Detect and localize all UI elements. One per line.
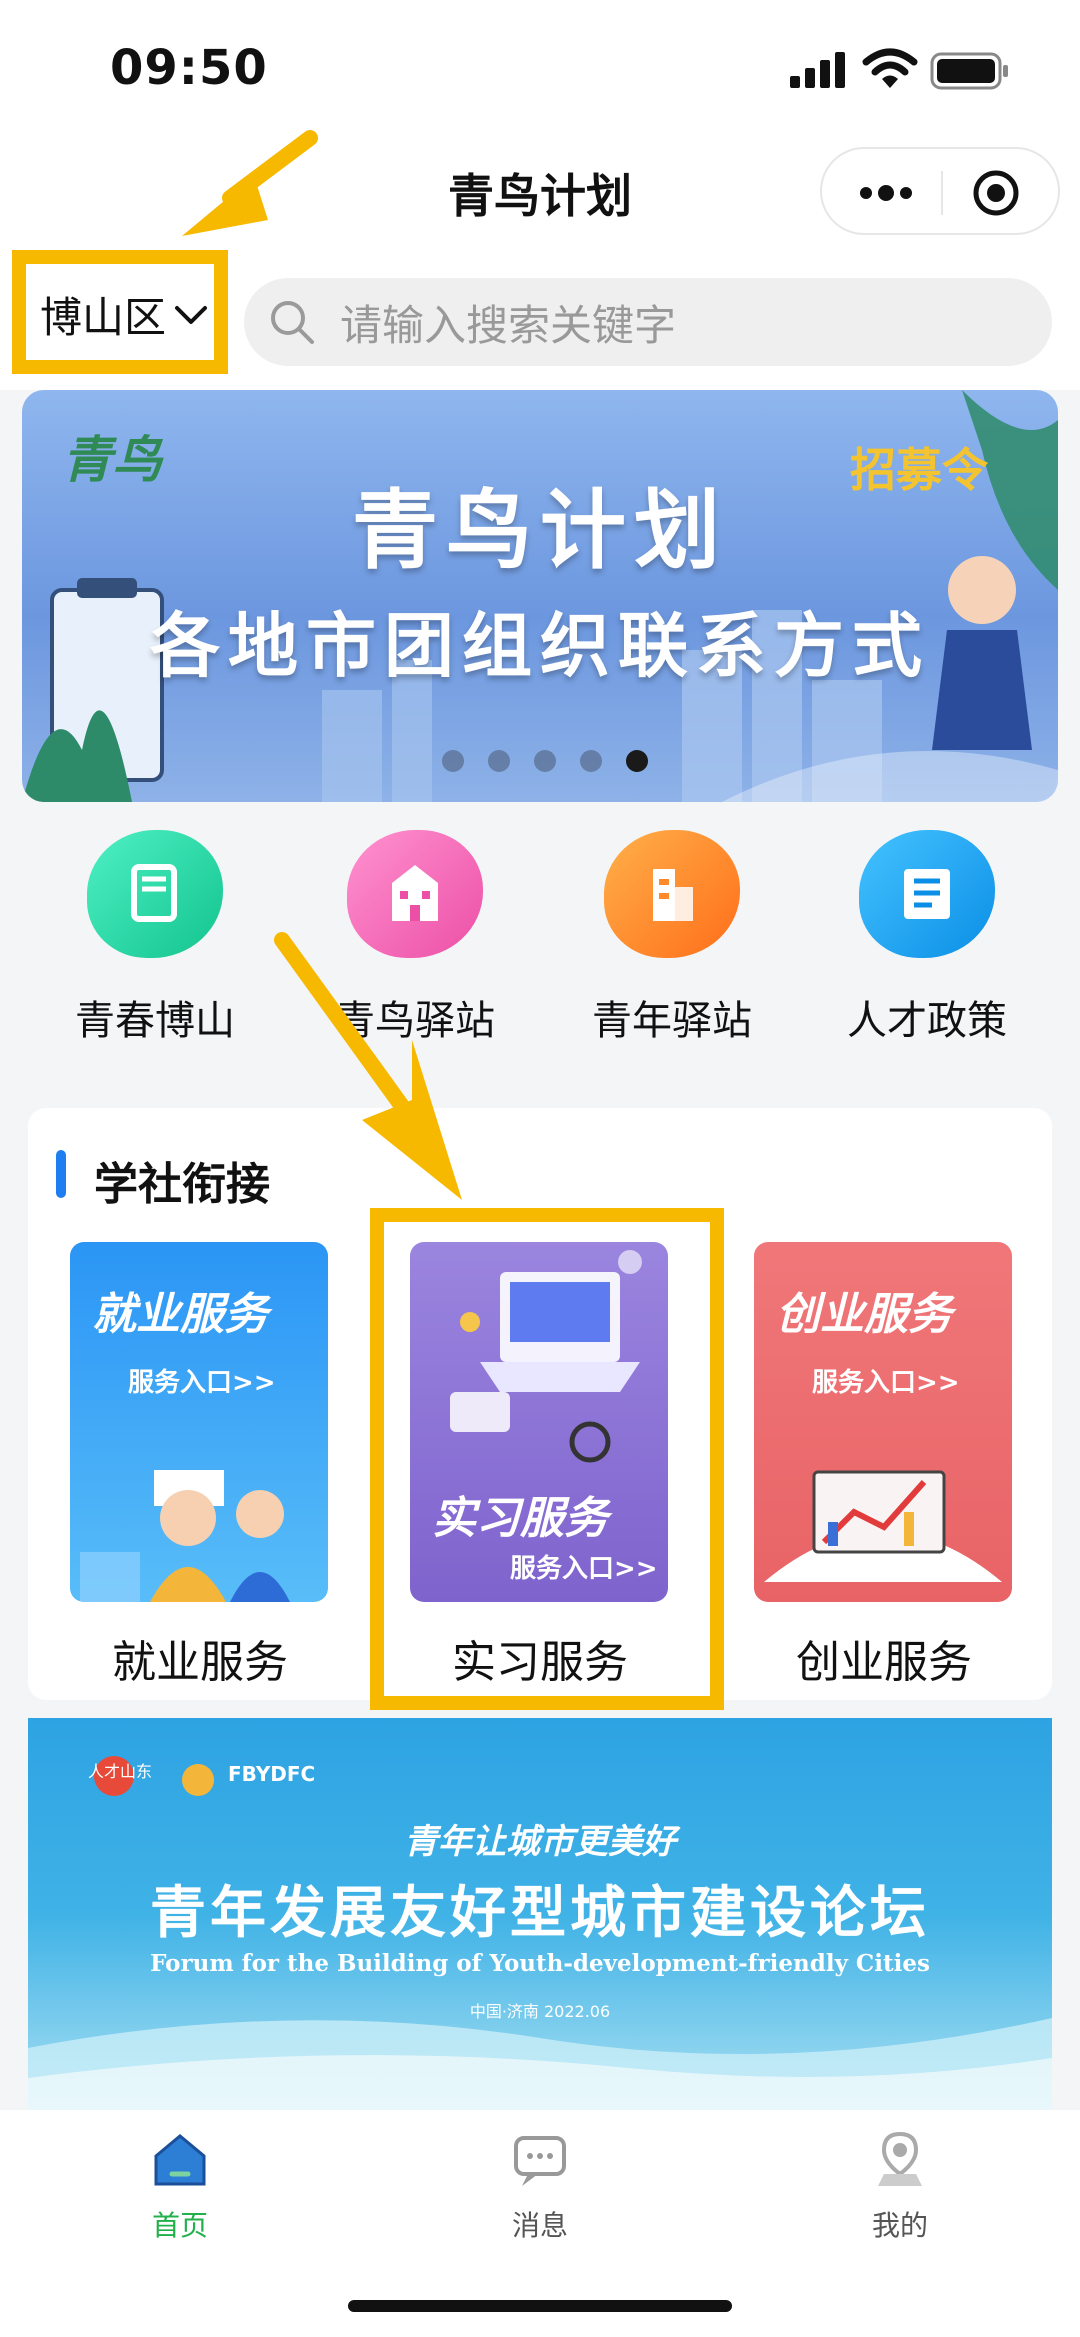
profile-icon	[878, 2131, 922, 2186]
poster-entry: 服务入口>>	[128, 1368, 276, 1398]
location-label: 博山区	[40, 293, 167, 342]
search-input[interactable]: 请输入搜索关键字	[244, 278, 1052, 366]
forum-subtitle-en: Forum for the Building of Youth-developm…	[150, 1950, 930, 1977]
close-target-icon[interactable]	[972, 169, 1020, 217]
mini-program-capsule	[820, 147, 1060, 235]
banner-subtitle: 各地市团组织联系方式	[150, 605, 930, 687]
location-selector[interactable]: 博山区	[12, 250, 228, 374]
poster-title: 就业服务	[92, 1289, 268, 1340]
pagination-dot[interactable]	[534, 750, 556, 772]
tab-label: 我的	[871, 2209, 928, 2242]
forum-slogan: 青年让城市更美好	[404, 1822, 676, 1862]
service-employment[interactable]: 就业服务 服务入口>> 就业服务	[70, 1242, 330, 1690]
poster-title: 创业服务	[776, 1289, 952, 1340]
banner-pagination	[442, 750, 648, 772]
arrow-annotation-middle	[274, 932, 462, 1200]
quick-entry-youth-station[interactable]: 青年驿站	[562, 830, 782, 1046]
quick-entry-label: 人才政策	[847, 998, 1007, 1044]
service-label: 就业服务	[112, 1637, 288, 1688]
employment-poster: 就业服务 服务入口>>	[70, 1242, 328, 1602]
forum-logo-left: 人才山东	[88, 1762, 153, 1781]
quick-entry-talent-policy[interactable]: 人才政策	[817, 830, 1037, 1046]
internship-highlight-frame	[370, 1208, 724, 1710]
tab-profile[interactable]: 我的	[810, 2128, 990, 2244]
status-time: 09:50	[110, 40, 268, 96]
section-accent-bar	[56, 1150, 66, 1198]
office-icon	[604, 830, 740, 958]
book-icon	[87, 830, 223, 958]
battery-icon	[930, 52, 1008, 90]
employment-illustration	[80, 1470, 290, 1602]
capsule-divider	[941, 171, 943, 215]
section-title: 学社衔接	[94, 1159, 270, 1210]
tab-label: 首页	[151, 2209, 208, 2242]
search-placeholder: 请输入搜索关键字	[340, 300, 677, 350]
more-icon[interactable]	[858, 179, 914, 207]
pagination-dot[interactable]	[580, 750, 602, 772]
forum-logo-right: FBYDFC	[228, 1762, 316, 1786]
tab-home[interactable]: 首页	[90, 2128, 270, 2244]
pagination-dot[interactable]	[488, 750, 510, 772]
quick-entry-youth-boshan[interactable]: 青春博山	[45, 830, 265, 1046]
document-icon	[859, 830, 995, 958]
arrow-annotation-top	[182, 130, 318, 236]
pagination-dot[interactable]	[442, 750, 464, 772]
forum-title: 青年发展友好型城市建设论坛	[150, 1881, 930, 1946]
quick-entry-row: 青春博山 青鸟驿站 青年驿站 人才政策	[0, 830, 1080, 1070]
home-icon	[154, 2134, 206, 2186]
promo-banner[interactable]: 青鸟 招募令 青鸟计划 各地市团组织联系方式	[22, 390, 1058, 802]
entrepreneurship-poster: 创业服务 服务入口>>	[754, 1242, 1012, 1602]
signal-icon	[790, 52, 845, 88]
quick-entry-label: 青年驿站	[592, 998, 752, 1044]
message-icon	[514, 2136, 566, 2186]
tab-messages[interactable]: 消息	[450, 2128, 630, 2244]
search-icon	[271, 301, 314, 344]
forum-date: 中国·济南 2022.06	[469, 2002, 611, 2021]
home-indicator	[348, 2300, 732, 2312]
forum-banner[interactable]: 人才山东 FBYDFC 青年让城市更美好 青年发展友好型城市建设论坛 Forum…	[28, 1718, 1052, 2110]
banner-title: 青鸟计划	[352, 481, 728, 581]
pagination-dot-active[interactable]	[626, 750, 648, 772]
wifi-icon	[862, 48, 918, 88]
poster-entry: 服务入口>>	[812, 1368, 960, 1398]
quick-entry-label: 青春博山	[75, 998, 235, 1044]
chevron-down-icon	[175, 305, 208, 324]
service-label: 创业服务	[796, 1637, 972, 1688]
service-entrepreneurship[interactable]: 创业服务 服务入口>> 创业服务	[754, 1242, 1014, 1690]
entrepreneurship-illustration	[764, 1470, 1002, 1582]
tab-label: 消息	[511, 2209, 568, 2242]
